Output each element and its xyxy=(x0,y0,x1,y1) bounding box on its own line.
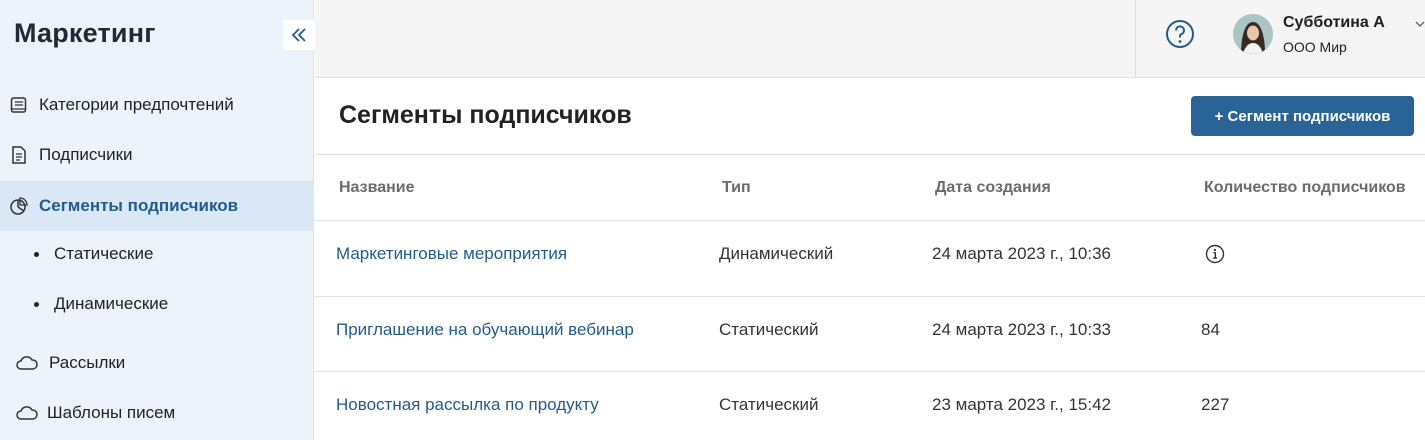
segment-created: 23 марта 2023 г., 15:42 xyxy=(932,395,1112,414)
help-icon xyxy=(1166,20,1194,48)
cloud-icon xyxy=(15,353,39,373)
document-icon xyxy=(9,145,29,165)
segment-name-link[interactable]: Маркетинговые мероприятия xyxy=(336,244,567,264)
sidebar-item-email-templates[interactable]: Шаблоны писем xyxy=(0,388,314,438)
segment-type: Статический xyxy=(719,320,819,339)
avatar[interactable] xyxy=(1233,14,1273,54)
divider xyxy=(315,371,1425,372)
sidebar-subitem-label: Статические xyxy=(54,244,154,263)
sidebar-item-subscribers[interactable]: Подписчики xyxy=(0,130,314,180)
divider xyxy=(315,220,1425,221)
pie-chart-icon xyxy=(9,196,29,216)
sidebar-item-label: Подписчики xyxy=(39,145,133,164)
subscriber-count: 227 xyxy=(1201,395,1230,414)
segment-name-link[interactable]: Приглашение на обучающий вебинар xyxy=(336,320,634,340)
user-org: ООО Мир xyxy=(1283,39,1347,55)
sidebar-item-label: Категории предпочтений xyxy=(39,95,234,114)
sidebar-subitem-label: Динамические xyxy=(54,294,169,313)
column-header-name[interactable]: Название xyxy=(339,179,415,197)
book-icon xyxy=(9,95,29,115)
segment-type: Динамический xyxy=(719,244,834,263)
sidebar: Маркетинг Категории предпочтений Подписч… xyxy=(0,0,315,440)
user-name[interactable]: Субботина А xyxy=(1283,14,1385,32)
column-header-created[interactable]: Дата создания xyxy=(935,179,1051,197)
page-title: Сегменты подписчиков xyxy=(339,101,632,129)
bullet-icon xyxy=(34,251,39,257)
divider xyxy=(1135,0,1136,78)
segment-type: Статический xyxy=(719,395,819,414)
segment-created: 24 марта 2023 г., 10:33 xyxy=(932,320,1112,339)
top-bar: Субботина А ООО Мир xyxy=(315,0,1425,78)
column-header-count[interactable]: Количество подписчиков xyxy=(1204,179,1406,197)
bullet-icon xyxy=(34,301,39,307)
subscriber-count: 84 xyxy=(1201,320,1220,339)
divider xyxy=(315,296,1425,297)
sidebar-item-label: Сегменты подписчиков xyxy=(39,196,239,215)
app-title: Маркетинг xyxy=(14,18,156,48)
info-icon[interactable] xyxy=(1205,244,1225,264)
sidebar-subitem-dynamic[interactable]: Динамические xyxy=(0,284,314,324)
collapse-sidebar-button[interactable] xyxy=(283,20,315,50)
cloud-icon xyxy=(15,403,39,423)
sidebar-item-label: Рассылки xyxy=(49,353,126,372)
divider xyxy=(315,154,1425,155)
sidebar-subitem-static[interactable]: Статические xyxy=(0,234,314,274)
sidebar-item-preference-categories[interactable]: Категории предпочтений xyxy=(0,80,314,130)
double-chevron-left-icon xyxy=(291,28,306,42)
chevron-down-icon[interactable] xyxy=(1414,18,1425,30)
sidebar-item-mailings[interactable]: Рассылки xyxy=(0,338,314,388)
help-button[interactable] xyxy=(1165,19,1195,49)
column-header-type[interactable]: Тип xyxy=(722,179,751,197)
segment-name-link[interactable]: Новостная рассылка по продукту xyxy=(336,395,599,415)
sidebar-item-subscriber-segments[interactable]: Сегменты подписчиков xyxy=(0,181,314,231)
add-segment-button[interactable]: + Сегмент подписчиков xyxy=(1191,96,1414,136)
segment-created: 24 марта 2023 г., 10:36 xyxy=(932,244,1112,263)
sidebar-item-label: Шаблоны писем xyxy=(47,403,176,422)
